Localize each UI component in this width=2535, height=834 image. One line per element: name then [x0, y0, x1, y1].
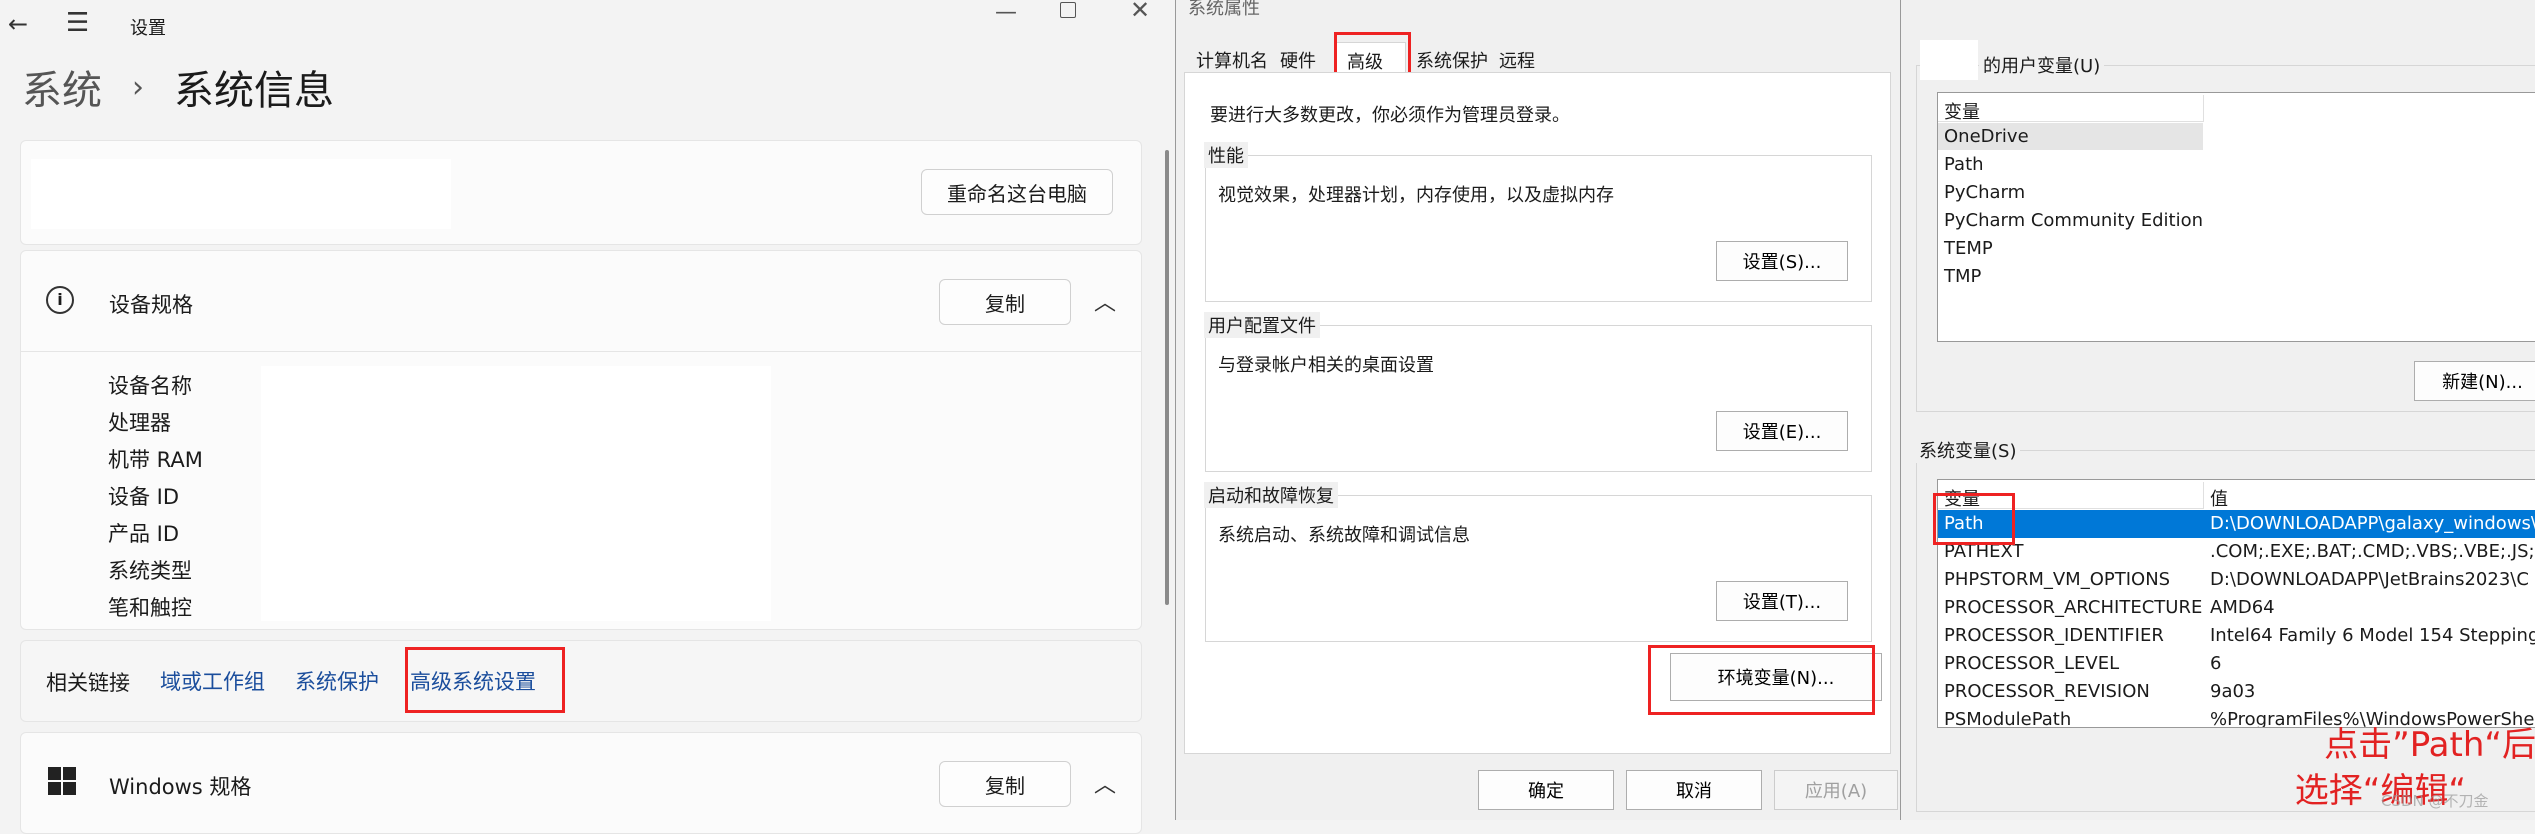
minimize-icon[interactable]: —: [995, 0, 1017, 25]
apply-button[interactable]: 应用(A): [1774, 770, 1898, 810]
spec-label-device-id: 设备 ID: [108, 485, 180, 509]
info-icon: i: [46, 286, 74, 314]
list-item[interactable]: TMP: [1938, 263, 2535, 291]
spec-label-ram: 机带 RAM: [108, 448, 203, 472]
annotation-line-1: 点击”Path“后: [2324, 725, 2535, 765]
copy-device-spec-button[interactable]: 复制: [939, 279, 1071, 325]
admin-note: 要进行大多数更改，你必须作为管理员登录。: [1210, 105, 1570, 126]
performance-group: 性能 视觉效果，处理器计划，内存使用，以及虚拟内存 设置(S)...: [1204, 142, 1872, 302]
performance-desc: 视觉效果，处理器计划，内存使用，以及虚拟内存: [1218, 185, 1614, 206]
redacted-spec-values: [261, 366, 771, 621]
spec-label-pen-touch: 笔和触控: [108, 596, 192, 620]
tab-computer-name[interactable]: 计算机名: [1196, 47, 1268, 73]
tab-remote[interactable]: 远程: [1499, 47, 1535, 73]
copy-windows-spec-button[interactable]: 复制: [939, 761, 1071, 807]
redacted-username: [1920, 40, 1978, 80]
performance-settings-button[interactable]: 设置(S)...: [1716, 241, 1848, 281]
list-item[interactable]: Path: [1938, 151, 2535, 179]
windows-spec-title: Windows 规格: [109, 775, 252, 799]
user-profile-desc: 与登录帐户相关的桌面设置: [1218, 355, 1434, 376]
scrollbar[interactable]: [1165, 150, 1169, 605]
list-item[interactable]: OneDrive: [1938, 123, 2535, 151]
user-profile-title: 用户配置文件: [1204, 312, 1320, 338]
device-name-card: 重命名这台电脑: [20, 140, 1142, 245]
spec-label-product-id: 产品 ID: [108, 522, 180, 546]
user-variables-list[interactable]: 变量 OneDrive Path PyCharm PyCharm Communi…: [1937, 92, 2535, 342]
windows-spec-card: Windows 规格 复制 ︿: [20, 732, 1142, 834]
spec-label-system-type: 系统类型: [108, 559, 192, 583]
app-title: 设置: [130, 18, 166, 39]
back-arrow-icon[interactable]: ←: [8, 10, 28, 38]
breadcrumb-parent[interactable]: 系统: [22, 58, 102, 116]
link-system-protection[interactable]: 系统保护: [295, 666, 379, 696]
highlight-advanced-settings: [405, 647, 565, 713]
collapse-chevron-icon[interactable]: ︿: [1094, 285, 1116, 317]
user-var-header: 变量: [1938, 95, 2535, 123]
cancel-button[interactable]: 取消: [1626, 770, 1762, 810]
collapse-chevron-icon[interactable]: ︿: [1094, 767, 1116, 799]
close-icon[interactable]: ✕: [1130, 0, 1150, 24]
link-domain-workgroup[interactable]: 域或工作组: [160, 666, 265, 696]
performance-title: 性能: [1204, 142, 1248, 168]
sys-var-header: 变量 值: [1938, 482, 2535, 510]
table-row[interactable]: PHPSTORM_VM_OPTIONS D:\DOWNLOADAPP\JetBra…: [1938, 566, 2535, 594]
tab-hardware[interactable]: 硬件: [1280, 47, 1316, 73]
divider: [21, 351, 1141, 352]
list-item[interactable]: PyCharm Community Edition: [1938, 207, 2535, 235]
hamburger-menu-icon[interactable]: ☰: [66, 8, 89, 38]
user-profile-group: 用户配置文件 与登录帐户相关的桌面设置 设置(E)...: [1204, 312, 1872, 472]
environment-variables-dialog: 的用户变量(U) 变量 OneDrive Path PyCharm PyChar…: [1900, 0, 2535, 820]
system-variables-list[interactable]: 变量 值 Path D:\DOWNLOADAPP\galaxy_windows\…: [1937, 479, 2535, 728]
list-item[interactable]: PyCharm: [1938, 179, 2535, 207]
user-variables-group: 的用户变量(U) 变量 OneDrive Path PyCharm PyChar…: [1916, 40, 2535, 412]
column-header-variable[interactable]: 变量: [1944, 98, 1980, 124]
table-row[interactable]: PROCESSOR_LEVEL 6: [1938, 650, 2535, 678]
user-profile-settings-button[interactable]: 设置(E)...: [1716, 411, 1848, 451]
startup-recovery-settings-button[interactable]: 设置(T)...: [1716, 581, 1848, 621]
spec-label-device-name: 设备名称: [108, 374, 192, 398]
user-variables-title: 的用户变量(U): [1979, 52, 2105, 78]
system-properties-dialog: 系统属性 计算机名 硬件 高级 系统保护 远程 要进行大多数更改，你必须作为管理…: [1175, 0, 1901, 820]
redacted-device-name: [31, 159, 451, 229]
system-variables-title: 系统变量(S): [1915, 437, 2021, 463]
ok-button[interactable]: 确定: [1478, 770, 1614, 810]
spec-label-processor: 处理器: [108, 411, 171, 435]
table-row[interactable]: PATHEXT .COM;.EXE;.BAT;.CMD;.VBS;.VBE;.JS…: [1938, 538, 2535, 566]
windows-logo-icon: [48, 767, 76, 795]
breadcrumb-chevron-icon: ›: [132, 69, 144, 105]
breadcrumb: 系统 › 系统信息: [22, 58, 334, 116]
highlight-path-row: [1933, 493, 2015, 545]
startup-recovery-title: 启动和故障恢复: [1204, 482, 1338, 508]
page-title: 系统信息: [174, 68, 334, 114]
startup-recovery-desc: 系统启动、系统故障和调试信息: [1218, 525, 1470, 546]
maximize-icon[interactable]: [1060, 2, 1076, 18]
table-row[interactable]: PROCESSOR_IDENTIFIER Intel64 Family 6 Mod…: [1938, 622, 2535, 650]
device-spec-title: 设备规格: [109, 293, 193, 317]
dialog-title: 系统属性: [1188, 0, 1260, 19]
table-row-selected[interactable]: Path D:\DOWNLOADAPP\galaxy_windows\: [1938, 510, 2535, 538]
settings-window: ← ☰ 设置 — ✕ 系统 › 系统信息 重命名这台电脑 i 设备规格 复制 ︿…: [0, 0, 1175, 834]
watermark: CSDN @不刀金: [2381, 792, 2489, 810]
table-row[interactable]: PROCESSOR_REVISION 9a03: [1938, 678, 2535, 706]
startup-recovery-group: 启动和故障恢复 系统启动、系统故障和调试信息 设置(T)...: [1204, 482, 1872, 642]
tab-system-protection[interactable]: 系统保护: [1416, 47, 1488, 73]
table-row[interactable]: PROCESSOR_ARCHITECTURE AMD64: [1938, 594, 2535, 622]
rename-pc-button[interactable]: 重命名这台电脑: [921, 169, 1113, 215]
highlight-advanced-tab: [1334, 32, 1411, 77]
related-links-label: 相关链接: [46, 671, 130, 695]
column-header-value[interactable]: 值: [2210, 485, 2228, 511]
list-item[interactable]: TEMP: [1938, 235, 2535, 263]
new-user-variable-button[interactable]: 新建(N)...: [2414, 361, 2535, 401]
highlight-env-vars-button: [1648, 645, 1875, 715]
tab-bar: 计算机名 硬件 高级 系统保护 远程: [1184, 42, 1889, 74]
